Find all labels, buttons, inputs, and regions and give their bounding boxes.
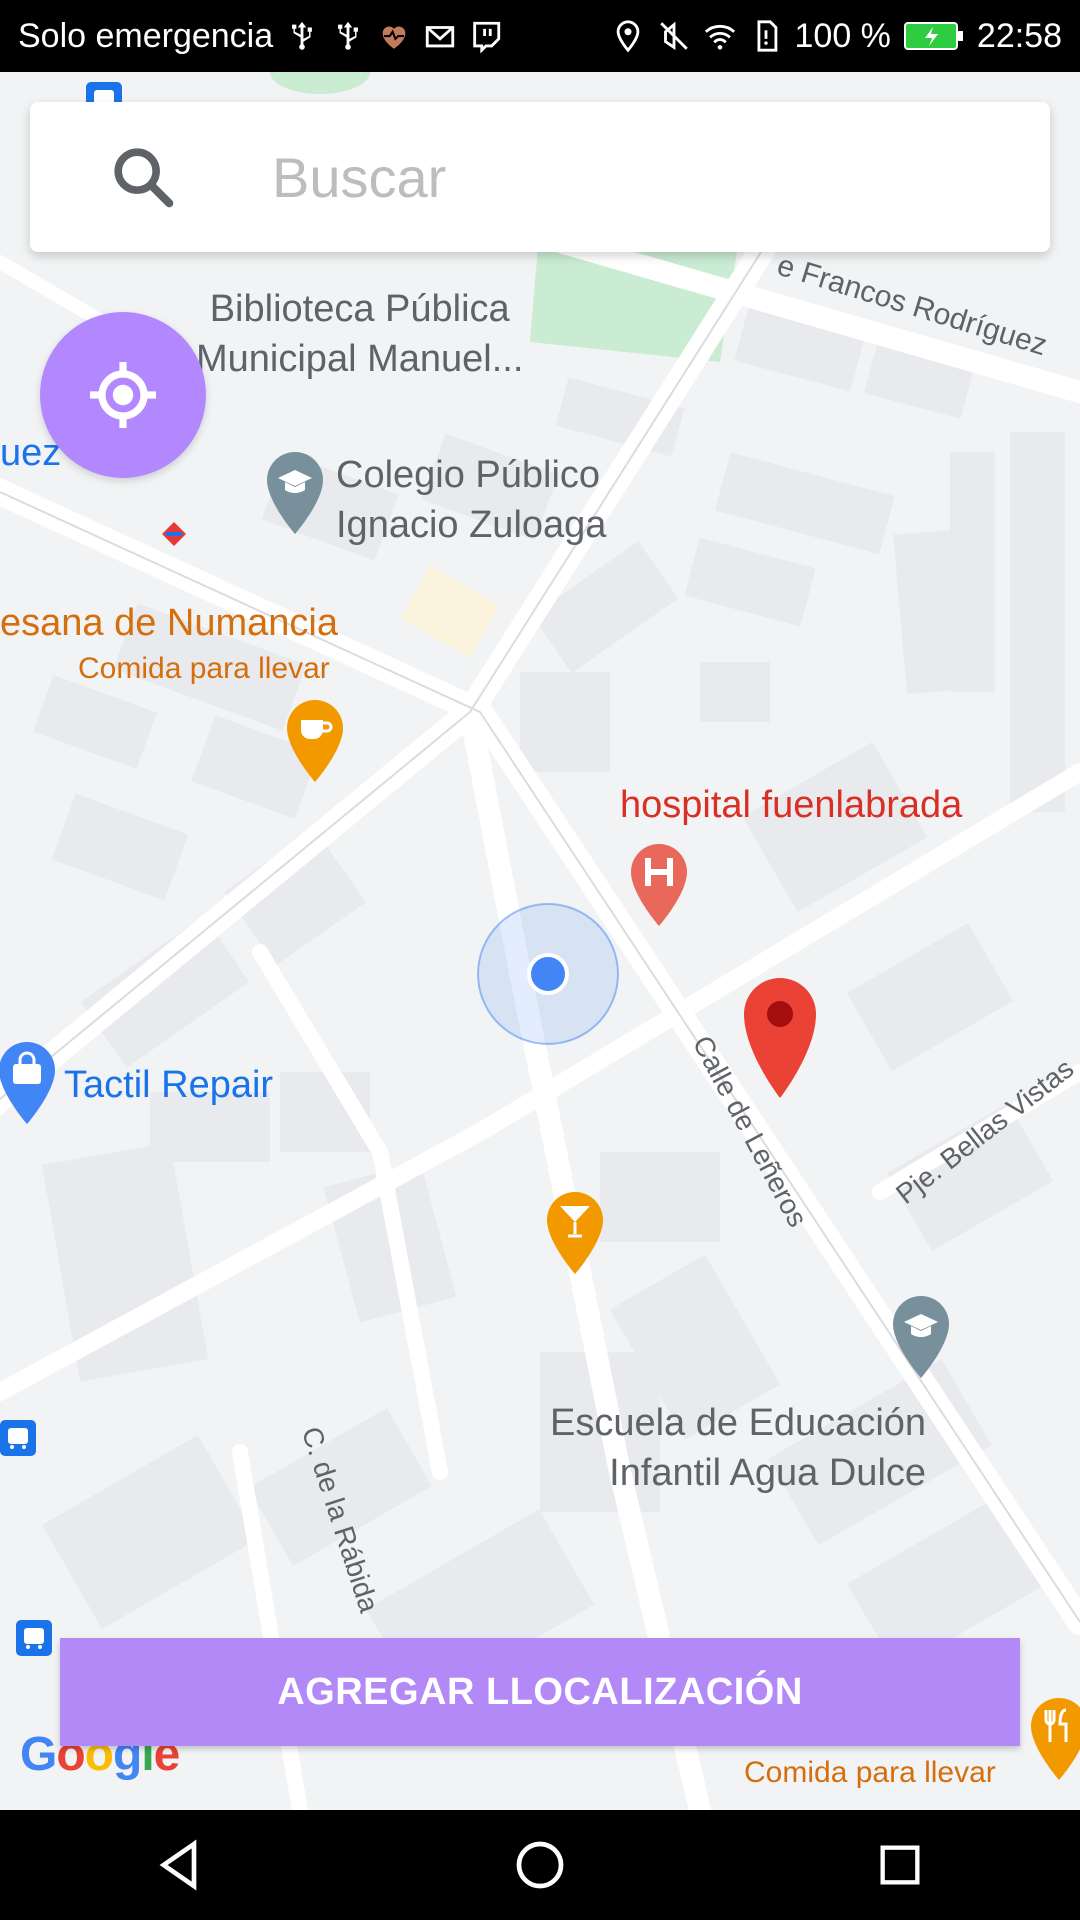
wifi-icon — [704, 24, 735, 50]
restaurant-pin-icon[interactable] — [1028, 1696, 1080, 1782]
clock: 22:58 — [976, 16, 1062, 55]
battery-charging-icon — [903, 22, 963, 50]
poi-label-hospital[interactable]: hospital fuenlabrada — [620, 780, 962, 830]
home-icon — [516, 1841, 564, 1889]
school-pin-icon[interactable] — [264, 450, 326, 536]
crosshair-icon — [90, 362, 156, 428]
recents-icon — [880, 1845, 920, 1885]
search-bar[interactable] — [30, 102, 1050, 252]
mute-icon — [659, 21, 688, 50]
mail-icon — [425, 26, 455, 48]
poi-label-escuela[interactable]: Escuela de Educación Infantil Agua Dulce — [550, 1398, 926, 1498]
battery-percent: 100 % — [794, 16, 891, 55]
bus-stop-icon[interactable] — [0, 1420, 36, 1456]
usb-icon — [292, 21, 313, 50]
my-location-button[interactable] — [40, 312, 206, 478]
carrier-label: Solo emergencia — [18, 16, 274, 55]
hospital-pin-icon[interactable] — [628, 842, 690, 928]
usb-icon — [338, 21, 359, 50]
twitch-icon — [473, 21, 501, 53]
poi-label-numancia[interactable]: esana de Numancia — [0, 598, 338, 648]
back-button[interactable] — [120, 1820, 240, 1910]
poi-label-colegio[interactable]: Colegio Público Ignacio Zuloaga — [336, 450, 606, 550]
poi-sublabel-food: Comida para llevar — [744, 1756, 996, 1789]
navigation-bar — [0, 1810, 1080, 1920]
selected-location-marker-icon[interactable] — [742, 976, 818, 1100]
search-input[interactable] — [270, 143, 914, 211]
status-bar: Solo emergencia 100 % 22:58 — [0, 0, 1080, 72]
poi-label-biblioteca[interactable]: Biblioteca Pública Municipal Manuel... — [196, 284, 523, 384]
heart-icon — [382, 26, 406, 49]
school-pin-icon[interactable] — [890, 1294, 952, 1380]
recents-button[interactable] — [840, 1820, 960, 1910]
location-icon — [616, 20, 639, 53]
cafe-pin-icon[interactable] — [284, 698, 346, 784]
sim-alert-icon — [757, 20, 777, 52]
metro-icon[interactable] — [160, 520, 188, 548]
add-location-button[interactable]: AGREGAR LLOCALIZACIÓN — [60, 1638, 1020, 1746]
bar-pin-icon[interactable] — [544, 1190, 606, 1276]
bus-stop-icon[interactable] — [16, 1620, 52, 1656]
shopping-pin-icon[interactable] — [0, 1040, 58, 1126]
back-icon — [159, 1839, 197, 1891]
search-icon[interactable] — [108, 142, 178, 212]
poi-sublabel-numancia: Comida para llevar — [78, 652, 330, 685]
home-button[interactable] — [480, 1820, 600, 1910]
poi-label-tactil-repair[interactable]: Tactil Repair — [64, 1060, 273, 1110]
